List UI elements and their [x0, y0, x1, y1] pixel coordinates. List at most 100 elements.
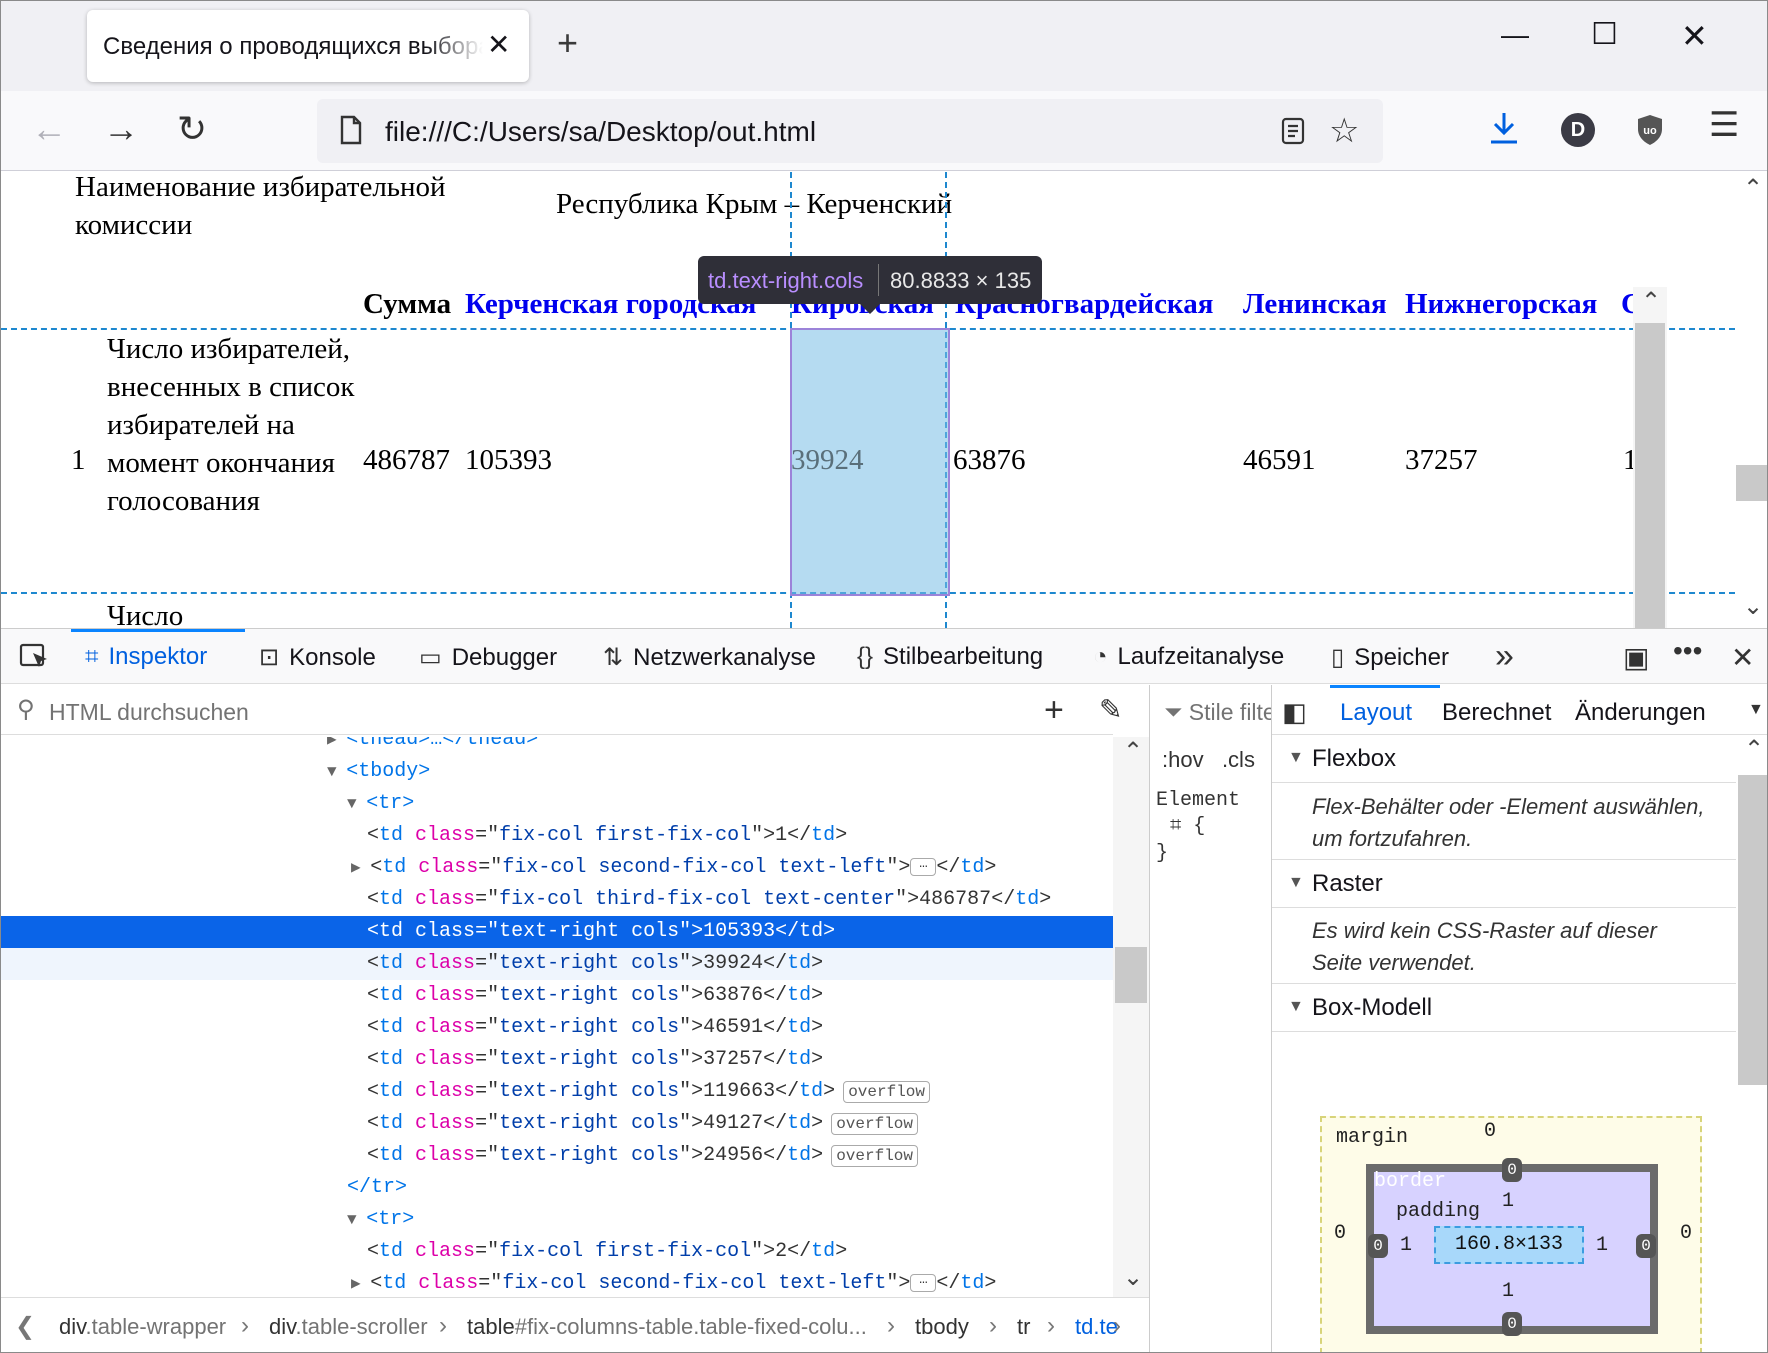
grid-note: Es wird kein CSS-Raster auf dieser Seite…	[1312, 918, 1657, 975]
markup-node[interactable]: <td class="fix-col first-fix-col">2</td>	[1, 1236, 1113, 1268]
tab-konsole[interactable]: ⊡ Konsole	[259, 643, 376, 672]
tab-stilbearbeitung[interactable]: {} Stilbearbeitung	[857, 643, 1043, 671]
overflow-badge[interactable]: overflow	[831, 1113, 918, 1135]
page-scroll-down-icon[interactable]: ⌄	[1743, 592, 1763, 620]
tab-berechnet[interactable]: Berechnet	[1442, 699, 1551, 727]
more-tabs-icon[interactable]: »	[1495, 637, 1514, 676]
tab-laufzeitanalyse[interactable]: ◔ Laufzeitanalyse	[1093, 643, 1284, 671]
expand-arrow-icon[interactable]: ▼	[347, 795, 366, 813]
overflow-badge[interactable]: overflow	[831, 1145, 918, 1167]
boxmodel-section-header[interactable]: ▼ Box-Modell	[1272, 984, 1736, 1032]
collapsed-children-badge[interactable]: …	[910, 1273, 937, 1292]
markup-scrollbar-thumb[interactable]	[1115, 947, 1147, 1003]
breadcrumb-item[interactable]: table#fix-columns-table.table-fixed-colu…	[467, 1314, 867, 1340]
breadcrumb-item[interactable]: tbody	[915, 1314, 969, 1340]
markup-node[interactable]: <td class="text-right cols">105393</td>	[1, 916, 1113, 948]
page-scroll-up-icon[interactable]: ⌃	[1743, 174, 1763, 202]
markup-node[interactable]: <td class="text-right cols">39924</td>	[1, 948, 1113, 980]
layout-scroll-up-icon[interactable]: ⌃	[1744, 735, 1764, 763]
markup-node[interactable]: <td class="fix-col first-fix-col">1</td>	[1, 820, 1113, 852]
sidebar-toggle-icon[interactable]: ◧	[1282, 697, 1307, 728]
layout-scrollbar-thumb[interactable]	[1738, 775, 1767, 1085]
markup-node[interactable]: ▼ <tbody>	[1, 756, 1113, 788]
download-icon[interactable]	[1489, 111, 1519, 145]
markup-node[interactable]: <td class="text-right cols">24956</td> ov…	[1, 1140, 1113, 1172]
tabs-dropdown-icon[interactable]: ▼	[1748, 701, 1764, 719]
menu-hamburger-icon[interactable]: ☰	[1709, 105, 1739, 145]
reader-view-icon[interactable]	[1281, 117, 1305, 145]
forward-arrow-icon[interactable]: →	[103, 109, 139, 149]
markup-node[interactable]: <td class="text-right cols">49127</td> ov…	[1, 1108, 1113, 1140]
dock-icon[interactable]: ▣	[1623, 641, 1649, 674]
element-picker-icon[interactable]	[19, 643, 51, 671]
expand-arrow-icon[interactable]: ▶	[351, 859, 370, 877]
markup-node[interactable]: <td class="fix-col third-fix-col text-ce…	[1, 884, 1113, 916]
browser-tab[interactable]: Сведения о проводящихся выборах ✕	[87, 10, 529, 82]
page-scrollbar-thumb[interactable]	[1736, 465, 1767, 501]
bookmark-star-icon[interactable]: ☆	[1329, 111, 1359, 151]
add-node-icon[interactable]: +	[1044, 691, 1064, 730]
markup-node[interactable]: <td class="text-right cols">119663</td> o…	[1, 1076, 1113, 1108]
maximize-icon[interactable]: ☐	[1591, 17, 1618, 52]
tab-title: Сведения о проводящихся выборах	[103, 33, 483, 60]
box-model-margin: margin 0 0 0 border 0 0 0 0 padding 1 1 …	[1320, 1116, 1702, 1352]
expand-arrow-icon[interactable]: ▶	[327, 737, 346, 749]
overflow-badge[interactable]: overflow	[843, 1081, 930, 1103]
expand-arrow-icon[interactable]: ▶	[351, 1275, 370, 1293]
markup-tree[interactable]: ▶ <thead>…</thead> ▼ <tbody> ▼ <tr> <td cla…	[1, 737, 1113, 1295]
html-search-bar[interactable]: ⚲ HTML durchsuchen + ✎	[1, 685, 1122, 735]
pseudo-toggles[interactable]: :hov .cls	[1162, 747, 1255, 773]
expand-arrow-icon[interactable]: ▼	[347, 1211, 366, 1229]
network-icon: ⇅	[603, 644, 624, 671]
more-options-icon[interactable]: •••	[1673, 635, 1702, 667]
markup-node[interactable]: </tr>	[1, 1172, 1113, 1204]
close-window-icon[interactable]: ✕	[1681, 17, 1708, 55]
ublock-shield-icon[interactable]: uo	[1635, 113, 1665, 147]
markup-node[interactable]: ▶ <td class="fix-col second-fix-col text…	[1, 1268, 1113, 1295]
tab-layout[interactable]: Layout	[1340, 699, 1412, 727]
markup-node[interactable]: ▶ <td class="fix-col second-fix-col text…	[1, 852, 1113, 884]
scroll-up-icon[interactable]: ⌃	[1641, 287, 1661, 315]
minimize-icon[interactable]: —	[1501, 19, 1529, 51]
markup-scroll-up-icon[interactable]: ⌃	[1123, 737, 1143, 765]
page-scrollbar[interactable]: ⌃ ⌄	[1735, 172, 1767, 628]
expand-arrow-icon[interactable]: ▼	[327, 763, 346, 781]
header-lenin[interactable]: Ленинская	[1243, 288, 1387, 321]
markup-node[interactable]: <td class="text-right cols">46591</td>	[1, 1012, 1113, 1044]
breadcrumb-item[interactable]: div.table-scroller	[269, 1314, 428, 1340]
tab-debugger[interactable]: ▭ Debugger	[419, 643, 557, 672]
markup-node[interactable]: ▼ <tr>	[1, 788, 1113, 820]
back-arrow-icon[interactable]: ←	[31, 109, 67, 149]
markup-node[interactable]: ▶ <thead>…</thead>	[1, 737, 1113, 756]
account-avatar[interactable]: D	[1561, 113, 1595, 147]
breadcrumb-item[interactable]: div.table-wrapper	[59, 1314, 226, 1340]
close-devtools-icon[interactable]: ✕	[1731, 641, 1754, 674]
markup-scroll-down-icon[interactable]: ⌄	[1123, 1263, 1143, 1291]
table-scrollbar[interactable]: ⌃	[1633, 287, 1667, 628]
box-model-content[interactable]: 160.8×133	[1434, 1226, 1584, 1264]
markup-node[interactable]: <td class="text-right cols">63876</td>	[1, 980, 1113, 1012]
breadcrumb-item[interactable]: td.te	[1075, 1314, 1118, 1340]
url-bar[interactable]: file:///C:/Users/sa/Desktop/out.html ☆	[317, 99, 1383, 163]
close-tab-icon[interactable]: ✕	[487, 28, 510, 61]
new-tab-button[interactable]: +	[557, 25, 578, 61]
layout-scrollbar[interactable]: ⌃	[1736, 735, 1767, 1352]
tab-speicher[interactable]: ▯ Speicher	[1331, 643, 1449, 672]
eyedropper-icon[interactable]: ✎	[1099, 693, 1122, 726]
markup-scrollbar[interactable]: ⌃ ⌄	[1113, 737, 1149, 1297]
breadcrumb-item[interactable]: tr	[1017, 1314, 1030, 1340]
reload-icon[interactable]: ↻	[177, 109, 207, 149]
tab-netzwerkanalyse[interactable]: ⇅ Netzwerkanalyse	[603, 643, 816, 672]
flexbox-section-header[interactable]: ▼ Flexbox	[1272, 735, 1736, 783]
markup-node[interactable]: <td class="text-right cols">37257</td>	[1, 1044, 1113, 1076]
grid-section-header[interactable]: ▼ Raster	[1272, 860, 1736, 908]
tab-aenderungen[interactable]: Änderungen	[1575, 699, 1706, 727]
breadcrumb-back-icon[interactable]: ❮	[15, 1312, 35, 1341]
table-scrollbar-thumb[interactable]	[1635, 323, 1665, 628]
markup-node[interactable]: ▼ <tr>	[1, 1204, 1113, 1236]
collapsed-children-badge[interactable]: …	[910, 857, 937, 876]
header-nizhnegorsk[interactable]: Нижнегорская	[1405, 288, 1597, 321]
tab-inspektor[interactable]: ⌗ Inspektor	[85, 643, 207, 671]
breadcrumb-separator-icon: ›	[241, 1312, 249, 1339]
style-filter-input[interactable]: ⏷ Stile filtern	[1164, 699, 1271, 726]
